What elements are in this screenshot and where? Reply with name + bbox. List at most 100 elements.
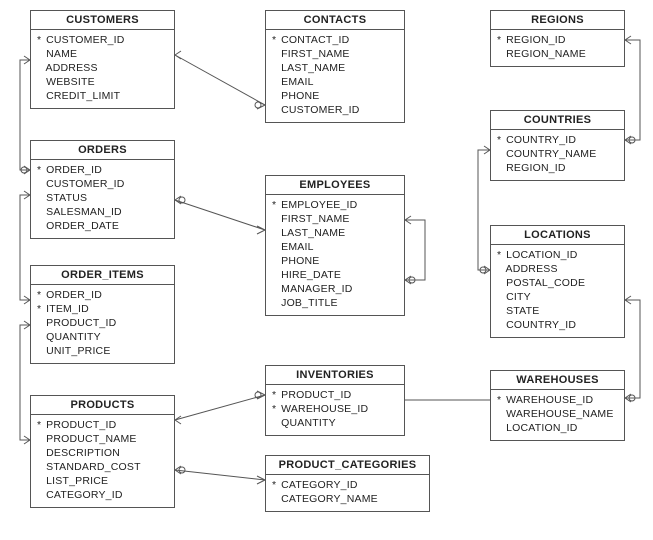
entity-field: HIRE_DATE bbox=[272, 268, 398, 282]
entity-field: UNIT_PRICE bbox=[37, 344, 168, 358]
entity-field: LAST_NAME bbox=[272, 61, 398, 75]
field-name: STATUS bbox=[43, 192, 87, 204]
rel-orders-employees bbox=[175, 200, 265, 230]
entity-field: * COUNTRY_ID bbox=[497, 133, 618, 147]
entity-field: EMAIL bbox=[272, 240, 398, 254]
field-name: ORDER_DATE bbox=[43, 220, 119, 232]
entity-field: LAST_NAME bbox=[272, 226, 398, 240]
entity-field: PRODUCT_NAME bbox=[37, 432, 168, 446]
entity-title: INVENTORIES bbox=[266, 366, 404, 385]
field-name: QUANTITY bbox=[278, 417, 336, 429]
field-name: MANAGER_ID bbox=[278, 283, 353, 295]
entity-order-items: ORDER_ITEMS * ORDER_ID* ITEM_ID PRODUCT_… bbox=[30, 265, 175, 364]
entity-orders: ORDERS * ORDER_ID CUSTOMER_ID STATUS SAL… bbox=[30, 140, 175, 239]
field-name: CATEGORY_ID bbox=[278, 479, 358, 491]
field-name: STANDARD_COST bbox=[43, 461, 141, 473]
field-name: WAREHOUSE_NAME bbox=[503, 408, 614, 420]
field-name: LOCATION_ID bbox=[503, 249, 578, 261]
field-name: CATEGORY_ID bbox=[43, 489, 123, 501]
field-name: CUSTOMER_ID bbox=[43, 34, 125, 46]
entity-field: PHONE bbox=[272, 89, 398, 103]
entity-warehouses: WAREHOUSES * WAREHOUSE_ID WAREHOUSE_NAME… bbox=[490, 370, 625, 441]
entity-fields: * LOCATION_ID ADDRESS POSTAL_CODE CITY S… bbox=[491, 245, 624, 337]
field-name: HIRE_DATE bbox=[278, 269, 341, 281]
field-name: CATEGORY_NAME bbox=[278, 493, 378, 505]
field-name: LAST_NAME bbox=[278, 62, 345, 74]
entity-field: * LOCATION_ID bbox=[497, 248, 618, 262]
field-name: EMAIL bbox=[278, 76, 314, 88]
entity-field: * EMPLOYEE_ID bbox=[272, 198, 398, 212]
rel-countries-regions bbox=[625, 40, 640, 140]
entity-field: CATEGORY_ID bbox=[37, 488, 168, 502]
entity-field: REGION_ID bbox=[497, 161, 618, 175]
field-name: PRODUCT_ID bbox=[43, 317, 116, 329]
entity-field: * CUSTOMER_ID bbox=[37, 33, 168, 47]
field-name: WAREHOUSE_ID bbox=[503, 394, 593, 406]
field-name: REGION_NAME bbox=[503, 48, 586, 60]
entity-field: CREDIT_LIMIT bbox=[37, 89, 168, 103]
entity-customers: CUSTOMERS * CUSTOMER_ID NAME ADDRESS WEB… bbox=[30, 10, 175, 109]
rel-products-inventories bbox=[175, 395, 265, 420]
entity-fields: * EMPLOYEE_ID FIRST_NAME LAST_NAME EMAIL… bbox=[266, 195, 404, 315]
field-name: CREDIT_LIMIT bbox=[43, 90, 120, 102]
field-name: DESCRIPTION bbox=[43, 447, 120, 459]
field-name: REGION_ID bbox=[503, 34, 566, 46]
field-name: JOB_TITLE bbox=[278, 297, 338, 309]
entity-fields: * CUSTOMER_ID NAME ADDRESS WEBSITE CREDI… bbox=[31, 30, 174, 108]
entity-field: FIRST_NAME bbox=[272, 47, 398, 61]
entity-fields: * REGION_ID REGION_NAME bbox=[491, 30, 624, 66]
entity-title: LOCATIONS bbox=[491, 226, 624, 245]
entity-fields: * CATEGORY_ID CATEGORY_NAME bbox=[266, 475, 429, 511]
entity-fields: * PRODUCT_ID* WAREHOUSE_ID QUANTITY bbox=[266, 385, 404, 435]
field-name: UNIT_PRICE bbox=[43, 345, 111, 357]
entity-countries: COUNTRIES * COUNTRY_ID COUNTRY_NAME REGI… bbox=[490, 110, 625, 181]
entity-field: STATE bbox=[497, 304, 618, 318]
entity-field: * ORDER_ID bbox=[37, 163, 168, 177]
field-name: CUSTOMER_ID bbox=[43, 178, 125, 190]
entity-field: STATUS bbox=[37, 191, 168, 205]
entity-field: MANAGER_ID bbox=[272, 282, 398, 296]
entity-field: * WAREHOUSE_ID bbox=[272, 402, 398, 416]
entity-title: PRODUCTS bbox=[31, 396, 174, 415]
entity-field: DESCRIPTION bbox=[37, 446, 168, 460]
entity-locations: LOCATIONS * LOCATION_ID ADDRESS POSTAL_C… bbox=[490, 225, 625, 338]
field-name: CITY bbox=[503, 291, 531, 303]
field-name: WAREHOUSE_ID bbox=[278, 403, 368, 415]
field-name: LOCATION_ID bbox=[503, 422, 578, 434]
entity-regions: REGIONS * REGION_ID REGION_NAME bbox=[490, 10, 625, 67]
entity-inventories: INVENTORIES * PRODUCT_ID* WAREHOUSE_ID Q… bbox=[265, 365, 405, 436]
entity-field: WAREHOUSE_NAME bbox=[497, 407, 618, 421]
entity-title: CONTACTS bbox=[266, 11, 404, 30]
entity-field: ADDRESS bbox=[37, 61, 168, 75]
field-name: QUANTITY bbox=[43, 331, 101, 343]
entity-title: ORDERS bbox=[31, 141, 174, 160]
rel-employees-self bbox=[405, 220, 425, 280]
rel-customers-contacts bbox=[175, 55, 265, 105]
entity-fields: * CONTACT_ID FIRST_NAME LAST_NAME EMAIL … bbox=[266, 30, 404, 122]
field-name: COUNTRY_ID bbox=[503, 134, 576, 146]
entity-field: * ORDER_ID bbox=[37, 288, 168, 302]
entity-title: CUSTOMERS bbox=[31, 11, 174, 30]
field-name: WEBSITE bbox=[43, 76, 95, 88]
entity-field: SALESMAN_ID bbox=[37, 205, 168, 219]
field-name: CUSTOMER_ID bbox=[278, 104, 360, 116]
entity-title: EMPLOYEES bbox=[266, 176, 404, 195]
entity-title: WAREHOUSES bbox=[491, 371, 624, 390]
field-name: STATE bbox=[503, 305, 539, 317]
entity-field: CATEGORY_NAME bbox=[272, 492, 423, 506]
entity-field: NAME bbox=[37, 47, 168, 61]
field-name: ITEM_ID bbox=[43, 303, 89, 315]
entity-field: * REGION_ID bbox=[497, 33, 618, 47]
field-name: NAME bbox=[43, 48, 77, 60]
field-name: COUNTRY_ID bbox=[503, 319, 576, 331]
entity-field: * ITEM_ID bbox=[37, 302, 168, 316]
entity-contacts: CONTACTS * CONTACT_ID FIRST_NAME LAST_NA… bbox=[265, 10, 405, 123]
rel-products-categories bbox=[175, 470, 265, 480]
entity-title: PRODUCT_CATEGORIES bbox=[266, 456, 429, 475]
entity-field: CUSTOMER_ID bbox=[37, 177, 168, 191]
field-name: PRODUCT_NAME bbox=[43, 433, 137, 445]
entity-field: * CONTACT_ID bbox=[272, 33, 398, 47]
entity-field: ORDER_DATE bbox=[37, 219, 168, 233]
rel-orders-orderitems bbox=[20, 195, 30, 300]
field-name: LAST_NAME bbox=[278, 227, 345, 239]
